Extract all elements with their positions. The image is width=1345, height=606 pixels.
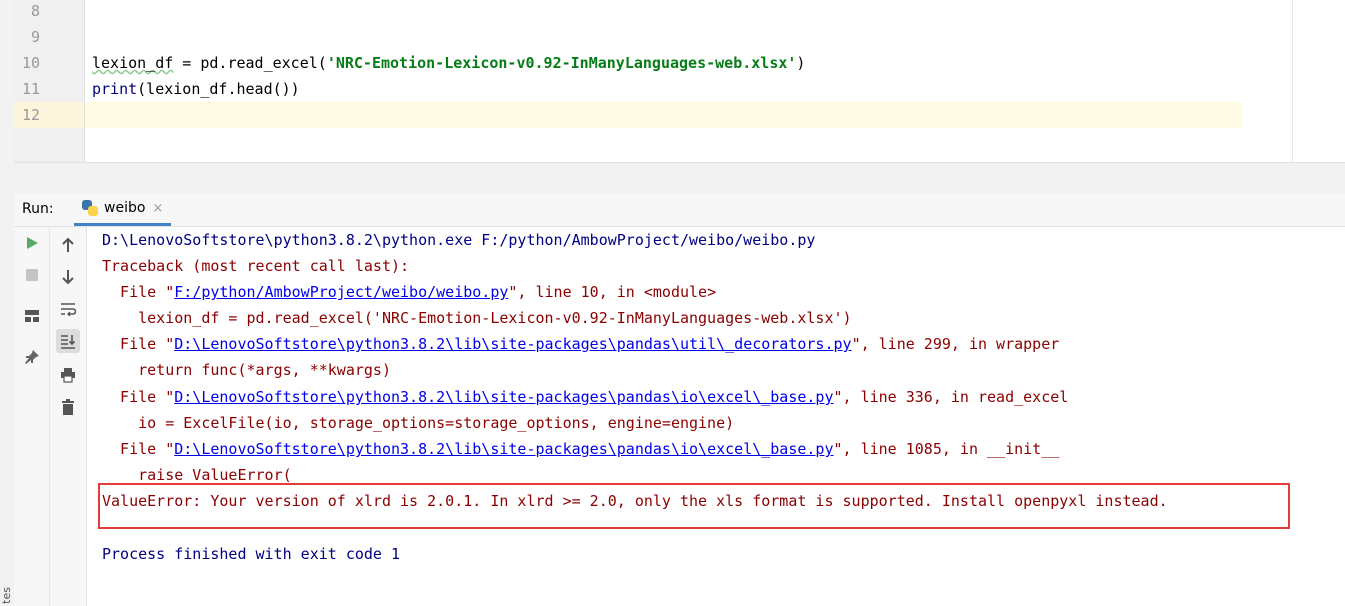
file-link[interactable]: D:\LenovoSoftstore\python3.8.2\lib\site-… <box>174 335 851 353</box>
stop-icon <box>26 269 38 281</box>
run-label: Run: <box>22 201 54 217</box>
layout-icon <box>25 310 39 322</box>
traceback-frame: File "D:\LenovoSoftstore\python3.8.2\lib… <box>102 335 1060 353</box>
variable-token: lexion_df <box>92 54 174 72</box>
run-tab-label: weibo <box>104 200 146 216</box>
code-token: = pd.read_excel( <box>173 54 327 72</box>
string-literal: 'NRC-Emotion-Lexicon-v0.92-InManyLanguag… <box>326 54 797 72</box>
up-arrow-icon <box>62 237 74 252</box>
pin-button[interactable] <box>20 345 44 369</box>
file-link[interactable]: D:\LenovoSoftstore\python3.8.2\lib\site-… <box>174 388 833 406</box>
run-panel-header: Run: weibo × <box>14 193 1345 227</box>
code-token: ) <box>796 54 806 72</box>
line-number-gutter: 8 9 10 11 12 <box>14 0 85 162</box>
line-number: 10 <box>21 54 40 72</box>
code-editor[interactable]: 8 9 10 11 12 lexion_df = pd.read_excel('… <box>14 0 1345 162</box>
layout-button[interactable] <box>20 304 44 328</box>
error-highlight-box <box>98 483 1290 529</box>
file-link[interactable]: F:/python/AmbowProject/weibo/weibo.py <box>174 283 508 301</box>
builtin-token: print <box>92 80 138 98</box>
trash-icon <box>62 399 74 415</box>
line-number: 12 <box>21 106 40 124</box>
scroll-to-end-button[interactable] <box>56 329 80 353</box>
line-number: 9 <box>30 28 40 46</box>
traceback-frame: File "D:\LenovoSoftstore\python3.8.2\lib… <box>102 388 1069 406</box>
rerun-icon <box>27 237 38 249</box>
line-number: 8 <box>30 2 40 20</box>
current-line-highlight <box>85 102 1241 128</box>
soft-wrap-button[interactable] <box>56 297 80 321</box>
code-text-area[interactable]: lexion_df = pd.read_excel('NRC-Emotion-L… <box>85 0 1293 162</box>
editor-right-gutter <box>1292 0 1345 162</box>
run-toolbar <box>14 227 87 606</box>
traceback-frame: File "F:/python/AmbowProject/weibo/weibo… <box>102 283 717 301</box>
code-line-10: lexion_df = pd.read_excel('NRC-Emotion-L… <box>92 50 805 76</box>
console-output[interactable]: D:\LenovoSoftstore\python3.8.2\python.ex… <box>87 227 1345 606</box>
clear-all-button[interactable] <box>56 395 80 419</box>
python-icon <box>82 200 98 216</box>
panel-separator[interactable] <box>14 162 1345 193</box>
soft-wrap-icon <box>61 303 76 317</box>
left-edge-strip: tes <box>0 0 15 606</box>
stop-button[interactable] <box>20 263 44 287</box>
scroll-up-button[interactable] <box>56 233 80 257</box>
traceback-header: Traceback (most recent call last): <box>102 257 410 275</box>
console-command-line: D:\LenovoSoftstore\python3.8.2\python.ex… <box>102 231 816 249</box>
edge-strip-label: tes <box>0 587 13 604</box>
code-line-11: print(lexion_df.head()) <box>92 76 300 102</box>
file-link[interactable]: D:\LenovoSoftstore\python3.8.2\lib\site-… <box>174 440 833 458</box>
run-tab-weibo[interactable]: weibo × <box>74 193 172 226</box>
process-exit-message: Process finished with exit code 1 <box>102 545 401 563</box>
traceback-code: return func(*args, **kwargs) <box>102 361 391 379</box>
toolbar-divider <box>49 227 50 606</box>
print-button[interactable] <box>56 363 80 387</box>
traceback-frame: File "D:\LenovoSoftstore\python3.8.2\lib… <box>102 440 1060 458</box>
down-arrow-icon <box>62 270 74 285</box>
traceback-code: lexion_df = pd.read_excel('NRC-Emotion-L… <box>102 309 852 327</box>
close-icon[interactable]: × <box>152 201 163 216</box>
code-token: (lexion_df.head()) <box>137 80 300 98</box>
scroll-down-button[interactable] <box>56 265 80 289</box>
scroll-to-end-icon <box>61 335 76 349</box>
print-icon <box>61 368 75 383</box>
pin-icon <box>25 350 39 364</box>
traceback-code: io = ExcelFile(io, storage_options=stora… <box>102 414 735 432</box>
line-number: 11 <box>21 80 40 98</box>
rerun-button[interactable] <box>20 231 44 255</box>
